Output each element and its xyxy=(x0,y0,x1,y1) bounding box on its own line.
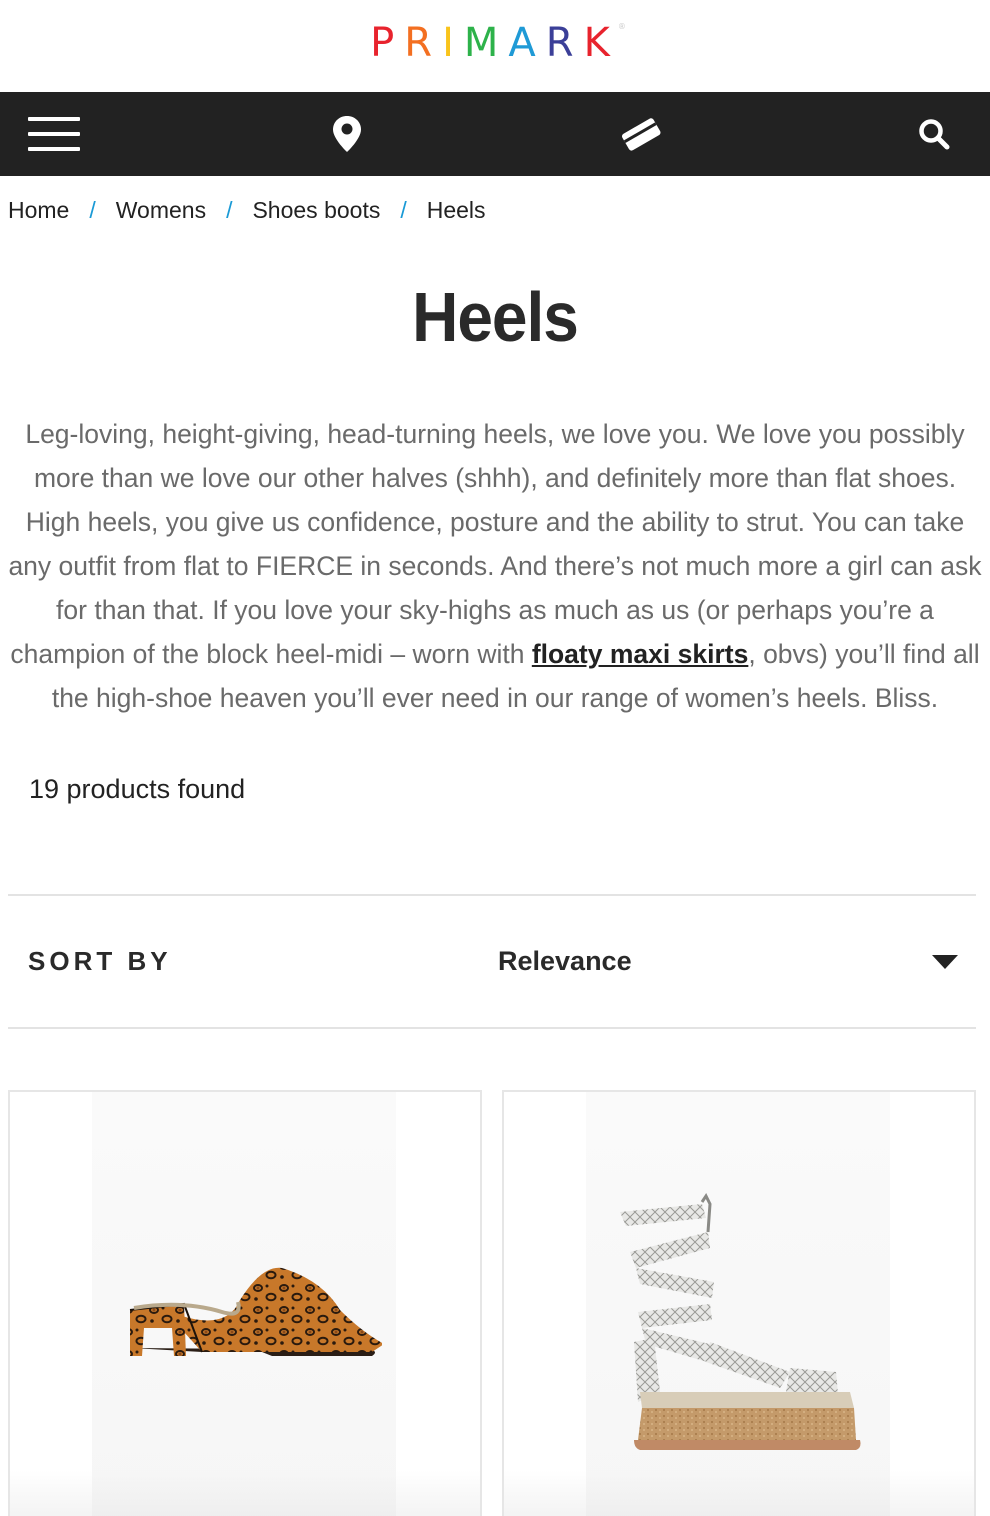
card-fade xyxy=(10,1470,480,1516)
breadcrumb-separator: / xyxy=(89,196,96,223)
location-pin-icon xyxy=(333,116,362,152)
logo-letter: R xyxy=(545,20,584,66)
floaty-maxi-skirts-link[interactable]: floaty maxi skirts xyxy=(532,639,749,669)
product-card[interactable] xyxy=(8,1090,482,1516)
breadcrumb: Home / Womens / Shoes boots / Heels xyxy=(0,176,990,244)
snakeskin-wrap-sandal-image xyxy=(620,1193,861,1450)
leopard-mule-heel-image xyxy=(129,1267,382,1356)
sort-bar: SORT BY Relevance xyxy=(8,894,976,1029)
search-icon xyxy=(919,119,950,150)
breadcrumb-home[interactable]: Home xyxy=(8,197,69,224)
menu-button[interactable] xyxy=(28,108,80,160)
logo-letter: P xyxy=(370,20,405,66)
search-button[interactable] xyxy=(908,108,960,160)
breadcrumb-shoes-boots[interactable]: Shoes boots xyxy=(252,197,380,224)
sort-selected-value: Relevance xyxy=(498,946,632,976)
breadcrumb-womens[interactable]: Womens xyxy=(116,197,206,224)
logo-letter: I xyxy=(442,20,464,66)
logo-letter: K xyxy=(583,20,620,66)
category-description: Leg-loving, height-giving, head-turning … xyxy=(0,412,990,720)
card-fade xyxy=(504,1470,974,1516)
breadcrumb-separator: / xyxy=(400,196,407,223)
logo-header: P R I M A R K ® xyxy=(0,0,990,92)
logo-letter: M xyxy=(463,20,509,66)
menu-icon xyxy=(28,117,80,151)
description-text-start: Leg-loving, height-giving, head-turning … xyxy=(8,419,982,669)
primark-logo[interactable]: P R I M A R K ® xyxy=(370,20,626,66)
sort-dropdown[interactable]: Relevance xyxy=(498,946,976,977)
breadcrumb-separator: / xyxy=(226,196,233,223)
breadcrumb-heels[interactable]: Heels xyxy=(427,197,486,224)
logo-letter: A xyxy=(508,20,546,66)
sort-by-label: SORT BY xyxy=(28,946,172,976)
page-title: Heels xyxy=(412,278,579,356)
gift-card-button[interactable] xyxy=(615,108,667,160)
store-locator-button[interactable] xyxy=(321,108,373,160)
gift-card-icon xyxy=(621,118,661,151)
main-nav-bar xyxy=(0,92,990,176)
registered-mark: ® xyxy=(617,22,626,31)
product-grid xyxy=(8,1090,976,1516)
logo-letter: R xyxy=(404,20,443,66)
products-found-count: 19 products found xyxy=(29,774,246,804)
caret-down-icon xyxy=(932,954,958,969)
product-card[interactable] xyxy=(502,1090,976,1516)
